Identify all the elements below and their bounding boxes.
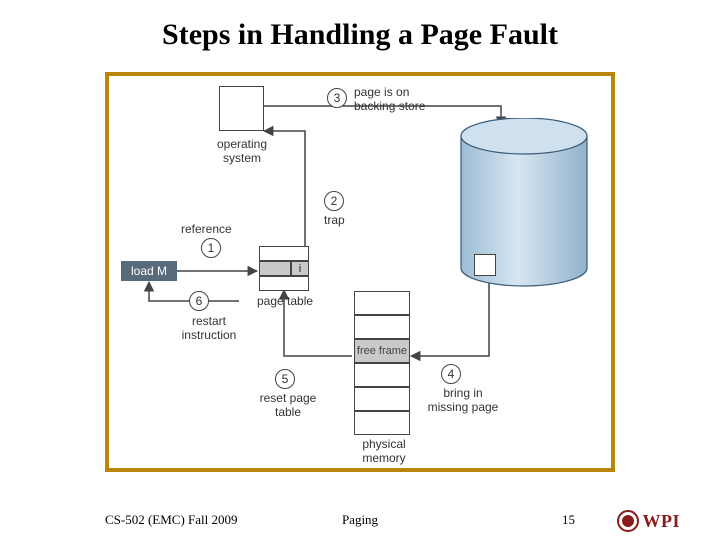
pm-slot-1 xyxy=(354,315,410,339)
step-6: 6 xyxy=(189,291,209,311)
backing-store-label: page is on backing store xyxy=(354,86,425,114)
page-table-slot-i xyxy=(259,261,291,276)
page-table-slot-i-bit: i xyxy=(291,261,309,276)
wpi-wordmark: WPI xyxy=(643,511,681,532)
school-logo: WPI xyxy=(617,510,681,532)
physical-memory-label: physical memory xyxy=(354,438,414,466)
pm-free-frame: free frame xyxy=(354,339,410,363)
pm-slot-0 xyxy=(354,291,410,315)
step-2: 2 xyxy=(324,191,344,211)
step-5: 5 xyxy=(275,369,295,389)
page-table-label: page table xyxy=(257,295,313,309)
pm-slot-4 xyxy=(354,387,410,411)
page-fault-diagram: operating system 3 page is on backing st… xyxy=(109,76,611,468)
diagram-frame: operating system 3 page is on backing st… xyxy=(105,72,615,472)
step-1: 1 xyxy=(201,238,221,258)
course-label: CS-502 (EMC) Fall 2009 xyxy=(105,512,238,528)
pm-slot-5 xyxy=(354,411,410,435)
reference-label: reference xyxy=(181,223,232,237)
wpi-seal-icon xyxy=(617,510,639,532)
os-label: operating system xyxy=(209,138,275,166)
step-4: 4 xyxy=(441,364,461,384)
page-title: Steps in Handling a Page Fault xyxy=(0,0,720,52)
disk-page-box xyxy=(474,254,496,276)
page-table-slot-0 xyxy=(259,246,309,261)
os-box xyxy=(219,86,264,131)
topic-label: Paging xyxy=(342,512,378,528)
page-number: 15 xyxy=(562,512,575,528)
pm-slot-3 xyxy=(354,363,410,387)
reset-page-table-label: reset page table xyxy=(253,392,323,420)
step-3: 3 xyxy=(327,88,347,108)
page-table-slot-2 xyxy=(259,276,309,291)
load-m-box: load M xyxy=(121,261,177,281)
trap-label: trap xyxy=(324,214,345,228)
restart-label: restart instruction xyxy=(172,315,246,343)
bring-in-label: bring in missing page xyxy=(423,387,503,415)
